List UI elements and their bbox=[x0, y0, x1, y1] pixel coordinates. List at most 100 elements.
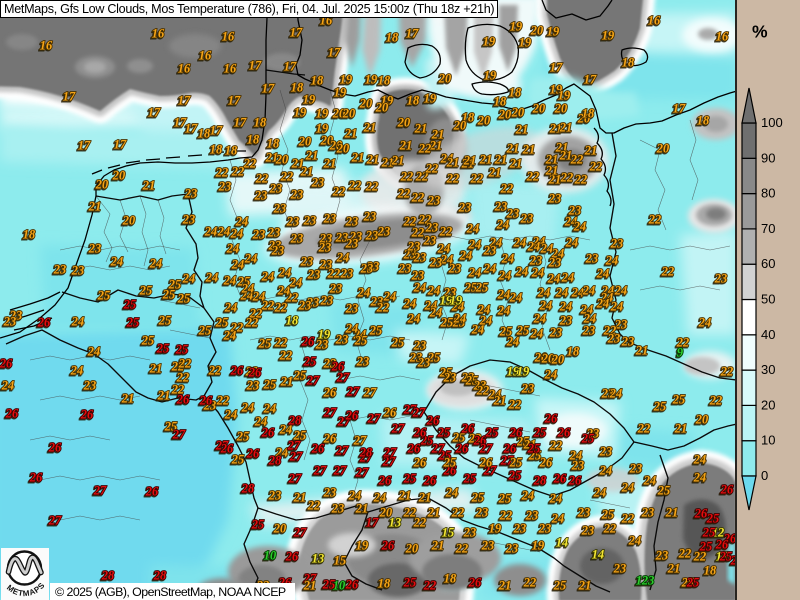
svg-text:22: 22 bbox=[348, 179, 361, 193]
svg-text:23: 23 bbox=[377, 225, 390, 239]
svg-text:24: 24 bbox=[496, 218, 509, 232]
svg-text:22: 22 bbox=[470, 172, 483, 186]
svg-text:21: 21 bbox=[515, 123, 528, 137]
svg-text:23: 23 bbox=[268, 489, 281, 503]
svg-text:23: 23 bbox=[360, 262, 373, 276]
svg-text:26: 26 bbox=[720, 483, 734, 497]
svg-text:18: 18 bbox=[444, 572, 456, 586]
svg-text:14: 14 bbox=[592, 548, 604, 562]
svg-text:22: 22 bbox=[720, 365, 733, 379]
svg-text:24: 24 bbox=[87, 345, 100, 359]
svg-text:26: 26 bbox=[557, 426, 571, 440]
svg-text:23: 23 bbox=[311, 176, 324, 190]
svg-text:25: 25 bbox=[391, 336, 404, 350]
svg-text:24: 24 bbox=[336, 251, 349, 265]
svg-text:26: 26 bbox=[544, 412, 558, 426]
svg-text:22: 22 bbox=[397, 187, 410, 201]
svg-text:17: 17 bbox=[584, 73, 597, 87]
svg-text:26: 26 bbox=[381, 539, 395, 553]
svg-text:21: 21 bbox=[667, 562, 680, 576]
svg-text:24: 24 bbox=[628, 534, 641, 548]
svg-text:23: 23 bbox=[548, 256, 561, 270]
svg-text:21: 21 bbox=[665, 506, 678, 520]
svg-text:25: 25 bbox=[162, 288, 175, 302]
svg-text:26: 26 bbox=[285, 550, 299, 564]
svg-text:22: 22 bbox=[455, 542, 468, 556]
svg-text:24: 24 bbox=[289, 276, 302, 290]
svg-text:21: 21 bbox=[488, 166, 501, 180]
svg-text:26: 26 bbox=[539, 456, 553, 470]
svg-text:24: 24 bbox=[544, 368, 557, 382]
svg-text:22: 22 bbox=[678, 547, 691, 561]
svg-text:20: 20 bbox=[554, 102, 567, 116]
svg-text:18: 18 bbox=[267, 137, 279, 151]
svg-text:21: 21 bbox=[506, 142, 519, 156]
svg-text:26: 26 bbox=[48, 441, 62, 455]
svg-text:22: 22 bbox=[400, 170, 413, 184]
svg-text:25: 25 bbox=[251, 518, 264, 532]
svg-text:17: 17 bbox=[63, 90, 76, 104]
svg-text:24: 24 bbox=[527, 240, 540, 254]
svg-text:22: 22 bbox=[423, 579, 436, 593]
svg-text:22: 22 bbox=[526, 170, 539, 184]
svg-text:20: 20 bbox=[342, 107, 355, 121]
svg-text:22: 22 bbox=[637, 422, 650, 436]
svg-text:24: 24 bbox=[515, 265, 528, 279]
svg-text:18: 18 bbox=[494, 95, 506, 109]
svg-text:20: 20 bbox=[551, 353, 564, 367]
svg-text:26: 26 bbox=[345, 578, 359, 592]
svg-text:25: 25 bbox=[437, 426, 450, 440]
svg-text:70: 70 bbox=[761, 221, 775, 236]
svg-text:23: 23 bbox=[443, 371, 456, 385]
svg-text:23: 23 bbox=[559, 314, 572, 328]
svg-text:18: 18 bbox=[567, 345, 579, 359]
svg-text:21: 21 bbox=[366, 153, 379, 167]
svg-text:21: 21 bbox=[363, 121, 376, 135]
svg-text:20: 20 bbox=[122, 214, 135, 228]
svg-text:24: 24 bbox=[498, 269, 511, 283]
svg-text:22: 22 bbox=[476, 384, 489, 398]
svg-text:26: 26 bbox=[461, 422, 475, 436]
svg-text:24: 24 bbox=[466, 222, 479, 236]
svg-text:25: 25 bbox=[126, 316, 139, 330]
svg-text:24: 24 bbox=[497, 288, 510, 302]
svg-text:23: 23 bbox=[429, 256, 442, 270]
svg-text:24: 24 bbox=[614, 284, 627, 298]
svg-text:23: 23 bbox=[286, 215, 299, 229]
svg-text:25: 25 bbox=[509, 456, 522, 470]
svg-text:24: 24 bbox=[224, 301, 237, 315]
svg-text:10: 10 bbox=[761, 433, 775, 448]
svg-text:21: 21 bbox=[391, 154, 404, 168]
svg-text:25: 25 bbox=[581, 432, 594, 446]
svg-text:19: 19 bbox=[510, 20, 522, 34]
svg-text:22: 22 bbox=[332, 185, 345, 199]
svg-text:24: 24 bbox=[483, 262, 496, 276]
svg-text:21: 21 bbox=[344, 127, 357, 141]
svg-text:20: 20 bbox=[438, 72, 451, 86]
svg-text:17: 17 bbox=[366, 516, 379, 530]
svg-text:17: 17 bbox=[148, 106, 161, 120]
svg-text:23: 23 bbox=[417, 356, 430, 370]
svg-text:MetMaps, Gfs Low Clouds, Mos T: MetMaps, Gfs Low Clouds, Mos Temperature… bbox=[4, 2, 494, 16]
svg-text:22: 22 bbox=[245, 316, 258, 330]
svg-text:23: 23 bbox=[520, 212, 533, 226]
svg-text:21: 21 bbox=[355, 502, 368, 516]
svg-text:22: 22 bbox=[411, 226, 424, 240]
svg-text:20: 20 bbox=[336, 142, 349, 156]
svg-text:18: 18 bbox=[311, 74, 323, 88]
svg-text:9: 9 bbox=[677, 346, 683, 360]
svg-text:22: 22 bbox=[403, 506, 416, 520]
svg-text:22: 22 bbox=[216, 394, 229, 408]
svg-text:26: 26 bbox=[145, 485, 159, 499]
svg-text:26: 26 bbox=[29, 471, 43, 485]
svg-text:21: 21 bbox=[280, 375, 293, 389]
svg-text:24: 24 bbox=[573, 220, 586, 234]
svg-text:23: 23 bbox=[303, 214, 316, 228]
svg-text:21: 21 bbox=[303, 579, 316, 593]
svg-text:17: 17 bbox=[406, 27, 419, 41]
svg-text:24: 24 bbox=[263, 402, 276, 416]
svg-text:27: 27 bbox=[355, 466, 369, 480]
svg-text:25: 25 bbox=[263, 378, 276, 392]
svg-text:24: 24 bbox=[407, 312, 420, 326]
svg-text:19: 19 bbox=[450, 294, 462, 308]
